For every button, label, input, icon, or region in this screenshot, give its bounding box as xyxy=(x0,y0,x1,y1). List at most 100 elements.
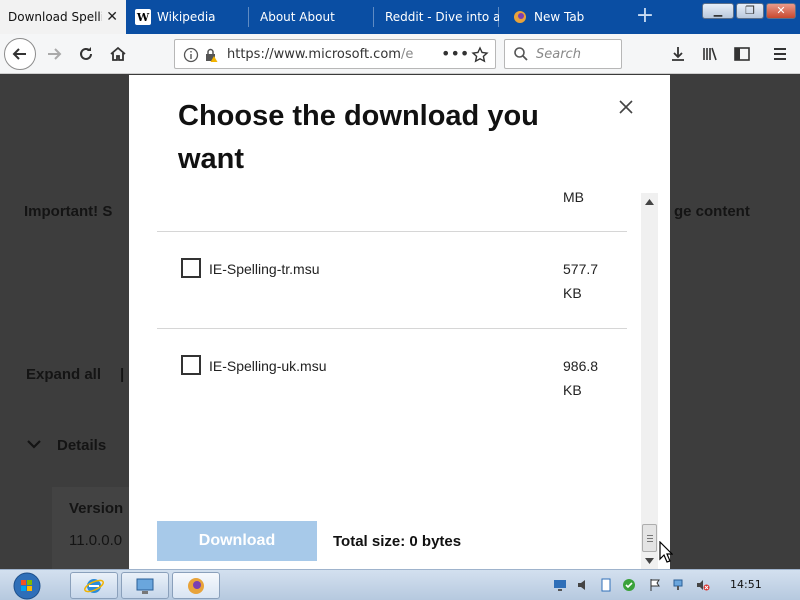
url-host: https://www.microsoft.com xyxy=(227,47,401,62)
taskbar-ie-button[interactable] xyxy=(70,572,118,599)
list-scrollbar[interactable] xyxy=(641,193,658,569)
clock[interactable]: 14:51 xyxy=(730,578,762,591)
tab-separator xyxy=(248,7,249,27)
firefox-icon xyxy=(512,9,528,25)
back-button[interactable] xyxy=(4,38,36,70)
file-row-tr: IE-Spelling-tr.msu 577.7 KB xyxy=(157,232,627,328)
new-tab-button[interactable]: + xyxy=(632,4,658,30)
important-notice-left: Important! S xyxy=(24,203,113,220)
mouse-cursor-icon xyxy=(659,541,673,563)
document-tray-icon[interactable] xyxy=(599,578,613,592)
chevron-down-icon[interactable] xyxy=(26,439,42,451)
reload-icon xyxy=(80,47,92,60)
tab-separator xyxy=(498,7,499,27)
url-path: /e xyxy=(400,47,414,62)
taskbar-firefox-button[interactable] xyxy=(172,572,220,599)
file-row-uk: IE-Spelling-uk.msu 986.8 KB xyxy=(157,329,627,425)
file-name: IE-Spelling-tr.msu xyxy=(209,261,320,277)
download-button[interactable]: Download xyxy=(157,521,317,561)
tab-new-tab[interactable]: New Tab xyxy=(504,0,626,34)
network-tray-icon[interactable] xyxy=(672,578,686,592)
tab-label: Download Spelli xyxy=(8,10,105,24)
url-text: https://www.microsoft.com/e xyxy=(227,47,413,62)
search-placeholder: Search xyxy=(536,47,581,62)
important-notice-right: ge content xyxy=(674,203,750,220)
version-value: 11.0.0.0 xyxy=(69,532,123,549)
volume-muted-tray-icon[interactable] xyxy=(696,578,710,592)
windows-start-icon xyxy=(13,572,41,599)
sound-tray-icon[interactable] xyxy=(576,578,590,592)
file-name: IE-Spelling-uk.msu xyxy=(209,358,327,374)
file-size: 986.8 KB xyxy=(563,354,623,402)
page-actions-icon[interactable]: ••• xyxy=(441,44,469,63)
close-tab-icon[interactable]: ✕ xyxy=(102,9,118,25)
firefox-icon xyxy=(188,577,204,594)
security-check-tray-icon[interactable] xyxy=(622,578,636,592)
lock-warning-icon[interactable] xyxy=(203,47,219,63)
home-button[interactable] xyxy=(106,42,130,66)
monitor-tray-icon[interactable] xyxy=(553,578,567,592)
version-label: Version xyxy=(69,500,124,517)
file-size-number: 986.8 xyxy=(563,358,599,374)
tab-separator xyxy=(373,7,374,27)
internet-explorer-icon xyxy=(84,578,104,593)
tab-label: About About xyxy=(260,10,335,24)
tab-label: Reddit - Dive into a xyxy=(385,10,499,24)
file-checkbox-tr[interactable] xyxy=(181,258,201,278)
tab-reddit[interactable]: Reddit - Dive into a xyxy=(377,0,499,34)
action-center-flag-icon[interactable] xyxy=(648,578,662,592)
downloads-button[interactable] xyxy=(666,42,690,66)
tab-wikipedia[interactable]: W Wikipedia xyxy=(127,0,249,34)
sidebar-icon xyxy=(734,47,750,61)
file-size-unit-partial: MB xyxy=(563,191,584,205)
dialog-title: Choose the download you want xyxy=(178,100,539,175)
arrow-right-icon xyxy=(48,48,62,60)
tab-download-spelling[interactable]: Download Spelli ✕ xyxy=(0,0,126,34)
tab-about[interactable]: About About xyxy=(252,0,374,34)
library-button[interactable] xyxy=(698,42,722,66)
close-icon[interactable] xyxy=(616,97,636,117)
file-size-unit: KB xyxy=(563,382,582,398)
wikipedia-icon: W xyxy=(135,9,151,25)
file-list: MB IE-Spelling-tr.msu 577.7 KB IE-Spelli… xyxy=(157,191,627,521)
forward-button[interactable] xyxy=(42,42,66,66)
download-icon xyxy=(672,47,684,61)
download-dialog: Choose the download you want MB IE-Spell… xyxy=(129,75,670,569)
close-window-button[interactable]: ✕ xyxy=(766,3,796,19)
hamburger-menu-icon xyxy=(774,48,786,60)
start-button[interactable] xyxy=(8,570,46,600)
tab-label: New Tab xyxy=(534,10,585,24)
menu-button[interactable] xyxy=(768,42,792,66)
grip-line xyxy=(647,535,653,536)
expand-separator: | xyxy=(120,366,125,383)
taskbar-remote-desktop-button[interactable] xyxy=(121,572,169,599)
scroll-up-arrow-icon[interactable] xyxy=(645,199,654,205)
restore-button[interactable]: ❐ xyxy=(736,3,764,19)
navigation-toolbar: https://www.microsoft.com/e ••• Search xyxy=(0,34,800,74)
tab-strip: Download Spelli ✕ W Wikipedia About Abou… xyxy=(0,0,800,34)
sidebar-button[interactable] xyxy=(730,42,754,66)
file-size-number: 577.7 xyxy=(563,261,599,277)
taskbar: 14:51 xyxy=(0,569,800,600)
total-size-label: Total size: 0 bytes xyxy=(333,533,462,550)
scrollbar-thumb[interactable] xyxy=(642,524,657,552)
arrow-left-icon xyxy=(12,48,26,60)
file-checkbox-uk[interactable] xyxy=(181,355,201,375)
home-icon xyxy=(110,46,126,61)
reload-button[interactable] xyxy=(74,42,98,66)
tab-label: Wikipedia xyxy=(157,10,216,24)
bookmark-star-icon[interactable] xyxy=(471,46,489,64)
address-bar[interactable]: https://www.microsoft.com/e ••• xyxy=(174,39,496,69)
info-icon[interactable] xyxy=(183,47,199,63)
expand-all-link[interactable]: Expand all xyxy=(26,366,101,383)
details-heading[interactable]: Details xyxy=(57,437,106,454)
minimize-button[interactable]: ▁ xyxy=(702,3,734,19)
grip-line xyxy=(647,541,653,542)
file-size-unit: KB xyxy=(563,285,582,301)
search-icon xyxy=(514,47,528,61)
library-icon xyxy=(703,47,717,61)
search-box[interactable]: Search xyxy=(504,39,622,69)
remote-desktop-icon xyxy=(136,578,154,594)
scroll-down-arrow-icon[interactable] xyxy=(645,558,654,564)
grip-line xyxy=(647,538,653,539)
